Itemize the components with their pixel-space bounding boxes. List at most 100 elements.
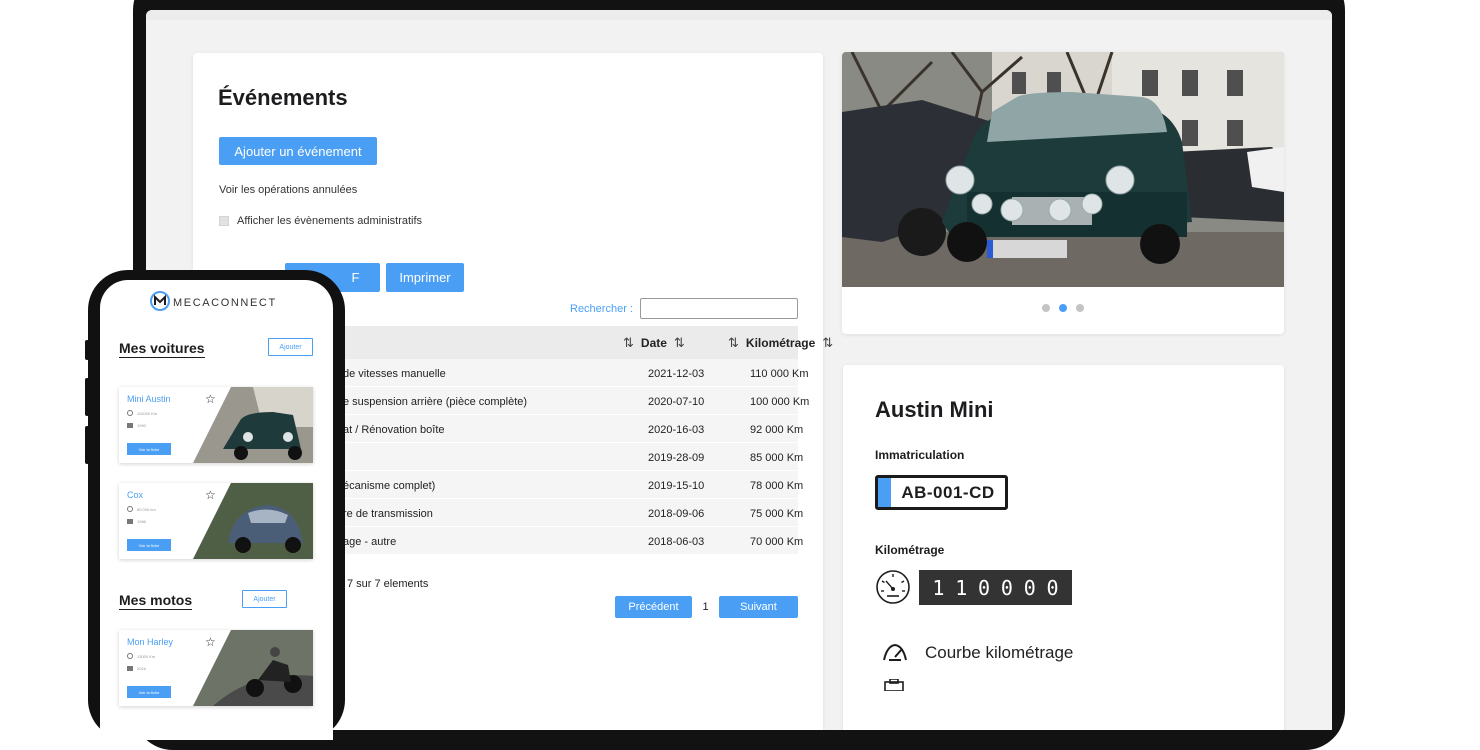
row-mileage: 75 000 Km — [750, 508, 804, 520]
table-row[interactable]: re de transmission 2018-09-06 75 000 Km — [323, 499, 803, 527]
table-row[interactable]: at / Rénovation boîte 2020-16-03 92 000 Km — [323, 415, 803, 443]
previous-page-button[interactable]: Précédent — [615, 596, 692, 618]
vehicle-card-mileage-value: 13000 Km — [137, 653, 156, 659]
my-cars-title: Mes voitures — [119, 340, 205, 358]
calendar-icon — [127, 423, 133, 428]
vehicle-card-mileage: 80 000 km — [127, 506, 156, 512]
vehicle-card-year-value: 1986 — [137, 519, 146, 524]
vehicle-card-cox[interactable]: Cox ☆ 80 000 km 1986 Voir la fiche — [119, 483, 313, 559]
admin-events-checkbox[interactable] — [219, 216, 229, 226]
pdf-button-label: F — [351, 270, 360, 285]
view-sheet-button[interactable]: Voir la fiche — [127, 539, 171, 551]
table-row[interactable]: de vitesses manuelle 2021-12-03 110 000 Km — [323, 359, 809, 387]
odometer-digit: 0 — [978, 575, 991, 600]
events-table-body: de vitesses manuelle 2021-12-03 110 000 Km… — [323, 359, 809, 555]
vehicle-card-mileage: 13000 Km — [127, 653, 155, 659]
vehicle-card-year: 2016 — [127, 666, 146, 671]
row-date: 2019-15-10 — [648, 480, 705, 492]
add-event-button[interactable]: Ajouter un événement — [219, 137, 377, 165]
row-date: 2021-12-03 — [648, 368, 705, 380]
mileage-column-header[interactable]: ⇅ Kilométrage ⇅ — [728, 326, 833, 359]
row-mileage: 110 000 Km — [750, 368, 809, 380]
sort-icon[interactable]: ⇅ — [623, 335, 634, 351]
phone-side-button — [85, 378, 89, 416]
date-header-label: Date — [640, 335, 667, 350]
calendar-icon — [127, 666, 133, 671]
vehicle-photo-carousel — [842, 52, 1284, 334]
vehicle-card-name: Mini Austin — [127, 394, 171, 404]
admin-events-label: Afficher les évènements administratifs — [237, 215, 423, 227]
odometer: 1 1 0 0 0 0 — [919, 570, 1072, 605]
events-title: Événements — [218, 85, 348, 110]
phone-screen: MECACONNECT Mes voitures Ajouter Mini Au… — [100, 280, 333, 740]
row-description: e suspension arrière (pièce complète) — [343, 396, 528, 408]
vehicle-card-year: 1986 — [127, 519, 146, 524]
carousel-dot[interactable] — [1042, 304, 1050, 312]
vehicle-card-name: Mon Harley — [127, 637, 174, 647]
top-bar — [146, 10, 1332, 20]
vehicle-thumbnail — [193, 483, 313, 559]
table-row[interactable]: e suspension arrière (pièce complète) 202… — [323, 387, 809, 415]
gauge-icon — [127, 506, 133, 512]
speedometer-icon — [876, 570, 910, 604]
phone-frame: MECACONNECT Mes voitures Ajouter Mini Au… — [85, 270, 345, 740]
table-row[interactable]: écanisme complet) 2019-15-10 78 000 Km — [323, 471, 803, 499]
mileage-label: Kilométrage — [875, 543, 945, 557]
vehicle-card-mileage: 110000 Km — [127, 410, 157, 416]
row-date: 2018-09-06 — [648, 508, 705, 520]
odometer-digit: 1 — [932, 575, 945, 600]
print-button[interactable]: Imprimer — [386, 263, 464, 292]
vehicle-card-year-value: 1990 — [137, 423, 146, 428]
plate-number: AB-001-CD — [901, 482, 995, 502]
vehicle-thumbnail — [193, 630, 313, 706]
add-moto-button[interactable]: Ajouter — [242, 590, 287, 608]
odometer-digit: 0 — [1023, 575, 1036, 600]
page-number-button[interactable]: 1 — [692, 596, 719, 618]
calendar-icon — [127, 519, 133, 524]
vehicle-card-name: Cox — [127, 490, 144, 500]
admin-events-toggle[interactable]: Afficher les évènements administratifs — [219, 215, 422, 227]
events-table-header: ⇅ Date ⇅ ⇅ Kilométrage ⇅ — [323, 326, 833, 359]
vehicle-card-harley[interactable]: Mon Harley ☆ 13000 Km 2016 Voir la fiche — [119, 630, 313, 706]
carousel-dot-active[interactable] — [1059, 304, 1067, 312]
add-car-button[interactable]: Ajouter — [268, 338, 313, 356]
carousel-dot[interactable] — [1076, 304, 1084, 312]
plate-band — [878, 478, 891, 507]
sort-icon[interactable]: ⇅ — [822, 335, 833, 351]
row-description: re de transmission — [343, 508, 433, 520]
row-description: de vitesses manuelle — [343, 368, 446, 380]
mecaconnect-logo-icon — [150, 291, 170, 311]
vehicle-card-mileage-value: 110000 Km — [137, 410, 158, 416]
brand-name: MECACONNECT — [173, 297, 277, 309]
next-page-button[interactable]: Suivant — [719, 596, 798, 618]
row-date: 2020-16-03 — [648, 424, 705, 436]
row-description: at / Rénovation boîte — [343, 424, 445, 436]
table-count: 7 sur 7 elements — [347, 578, 429, 590]
date-column-header[interactable]: ⇅ Date ⇅ — [623, 326, 685, 359]
vehicle-card-mini[interactable]: Mini Austin ☆ 110000 Km 1990 Voir la fic… — [119, 387, 313, 463]
sort-icon[interactable]: ⇅ — [674, 335, 685, 351]
search-input[interactable] — [640, 298, 798, 319]
row-mileage: 85 000 Km — [750, 452, 804, 464]
vehicle-thumbnail — [193, 387, 313, 463]
mileage-curve-link[interactable]: Courbe kilométrage — [925, 643, 1073, 663]
view-sheet-button[interactable]: Voir la fiche — [127, 686, 171, 698]
license-plate: AB-001-CD — [875, 475, 1008, 510]
row-mileage: 92 000 Km — [750, 424, 804, 436]
row-date: 2020-07-10 — [648, 396, 705, 408]
cancelled-operations-link[interactable]: Voir les opérations annulées — [219, 184, 357, 196]
odometer-digit: 1 — [955, 575, 968, 600]
table-row[interactable]: age - autre 2018-06-03 70 000 Km — [323, 527, 803, 555]
vehicle-card-mileage-value: 80 000 km — [137, 506, 156, 512]
gauge-icon — [127, 410, 133, 416]
mileage-curve-icon[interactable] — [881, 641, 909, 663]
sort-icon[interactable]: ⇅ — [728, 335, 739, 351]
table-row[interactable]: 2019-28-09 85 000 Km — [323, 443, 803, 471]
phone-side-button — [85, 340, 89, 360]
row-description: écanisme complet) — [343, 480, 436, 492]
view-sheet-button[interactable]: Voir la fiche — [127, 443, 171, 455]
row-description: age - autre — [343, 536, 397, 548]
mileage-header-label: Kilométrage — [745, 335, 816, 350]
row-mileage: 70 000 Km — [750, 536, 804, 548]
vehicle-name: Austin Mini — [875, 397, 994, 422]
